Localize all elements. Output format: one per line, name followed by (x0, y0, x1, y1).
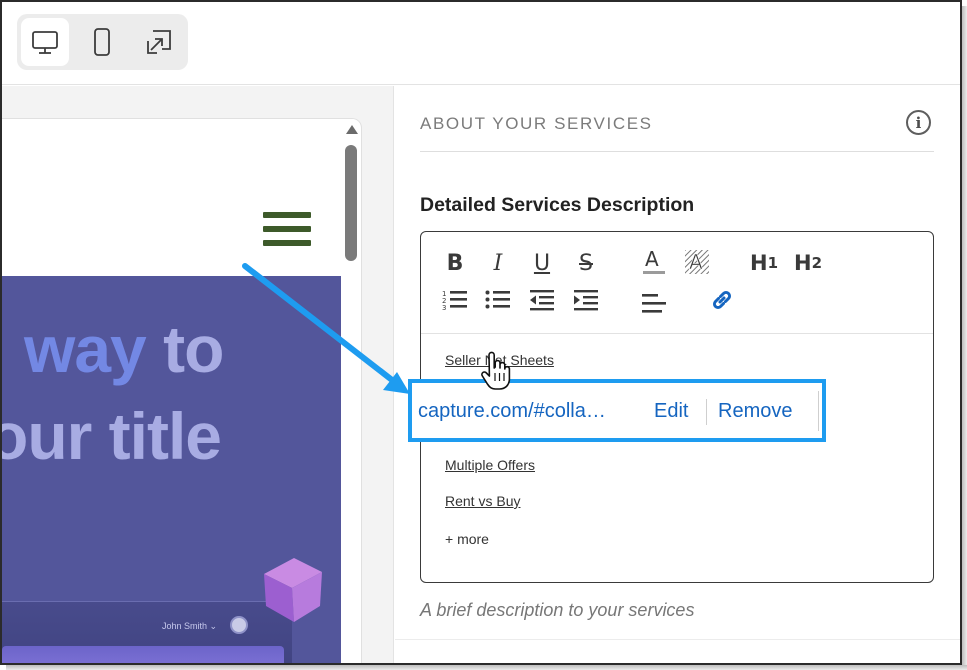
heading1-icon[interactable]: H1 (749, 248, 779, 278)
hero-banner: way to our title John Smith ⌄ (2, 276, 341, 663)
hero-heading-line1: way to (24, 312, 224, 386)
window-shadow-right (962, 6, 967, 670)
device-switcher (17, 14, 188, 70)
divider (420, 151, 934, 152)
more-link[interactable]: + more (445, 531, 489, 547)
popup-separator (706, 399, 707, 425)
ordered-list-icon[interactable]: 123 (440, 285, 470, 315)
helper-text: A brief description to your services (420, 600, 695, 620)
remove-link-button[interactable]: Remove (718, 400, 792, 423)
expand-icon (147, 30, 171, 54)
preview-scrollbar[interactable] (343, 119, 360, 663)
hamburger-menu-icon[interactable] (263, 212, 311, 249)
site-preview: way to our title John Smith ⌄ (2, 86, 394, 663)
settings-panel: ABOUT YOUR SERVICES i Detailed Services … (395, 86, 960, 663)
field-label: Detailed Services Description (420, 194, 695, 216)
popup-edge (818, 391, 819, 431)
info-icon[interactable]: i (906, 110, 931, 135)
mini-user-name: John Smith ⌄ (162, 621, 218, 631)
content-link-seller-net-sheets[interactable]: Seller Net Sheets (445, 352, 554, 368)
editor-content[interactable]: Seller Net Sheets Multiple Offers Rent v… (421, 335, 933, 582)
svg-text:A: A (689, 250, 703, 274)
desktop-view-button[interactable] (21, 18, 69, 66)
cube-illustration (264, 558, 322, 622)
content-link-rent-vs-buy[interactable]: Rent vs Buy (445, 493, 520, 509)
heading2-icon[interactable]: H2 (793, 248, 823, 278)
top-toolbar (2, 2, 960, 85)
window-shadow-bottom (6, 665, 967, 670)
indent-icon[interactable] (571, 285, 601, 315)
svg-text:3: 3 (442, 304, 446, 312)
svg-text:A: A (645, 247, 659, 271)
bullet-list-icon[interactable] (483, 285, 513, 315)
content-link-multiple-offers[interactable]: Multiple Offers (445, 457, 535, 473)
editor-toolbar: B I U S A A H1 H2 123 (421, 232, 933, 334)
font-color-icon[interactable]: A (639, 246, 669, 276)
scroll-up-icon[interactable] (346, 125, 358, 134)
desktop-icon (32, 31, 58, 54)
expand-view-button[interactable] (135, 18, 183, 66)
link-icon[interactable] (707, 285, 737, 315)
underline-icon[interactable]: U (527, 248, 557, 278)
hero-heading-line2: our title (2, 399, 222, 473)
link-url[interactable]: capture.com/#colla… (418, 400, 606, 423)
link-popup: capture.com/#colla… Edit Remove (408, 379, 826, 442)
mobile-view-button[interactable] (78, 18, 126, 66)
strikethrough-icon[interactable]: S (571, 248, 601, 278)
section-title: ABOUT YOUR SERVICES (420, 114, 653, 133)
scroll-thumb[interactable] (345, 145, 357, 261)
preview-page: way to our title John Smith ⌄ (2, 118, 362, 663)
italic-icon[interactable]: I (483, 248, 513, 278)
edit-link-button[interactable]: Edit (654, 400, 688, 423)
app-window: way to our title John Smith ⌄ ABOUT YOUR… (0, 0, 962, 665)
bold-icon[interactable]: B (440, 248, 470, 278)
mobile-icon (94, 28, 110, 56)
panel-divider (395, 639, 960, 640)
outdent-icon[interactable] (527, 285, 557, 315)
align-left-icon[interactable] (639, 288, 669, 318)
highlight-icon[interactable]: A (682, 246, 712, 276)
